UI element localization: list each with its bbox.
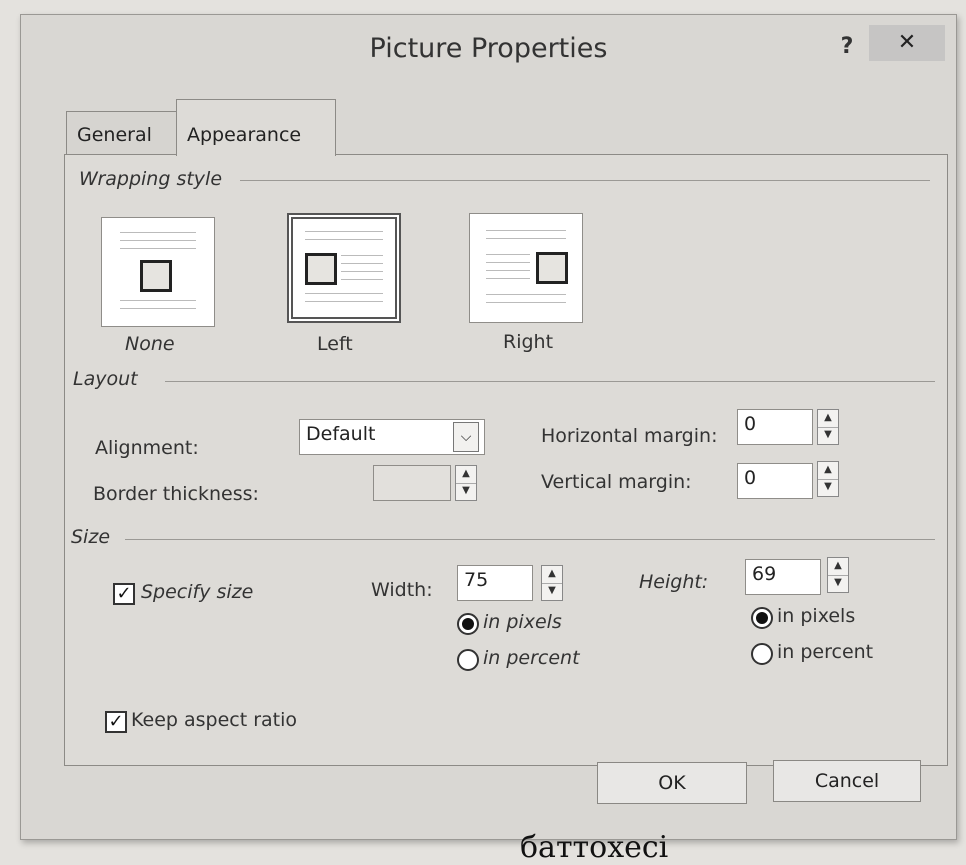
border-thickness-spinner[interactable]: ▲ ▼ — [455, 465, 477, 501]
appearance-panel: Wrapping style None Left Right Layout Al… — [64, 154, 948, 766]
height-in-percent-radio[interactable] — [751, 643, 773, 665]
text-line — [305, 293, 383, 294]
vertical-margin-label: Vertical margin: — [541, 471, 692, 493]
spin-down-icon[interactable]: ▼ — [828, 575, 848, 592]
width-spinner[interactable]: ▲ ▼ — [541, 565, 563, 601]
text-line — [305, 231, 383, 232]
width-in-percent-label: in percent — [483, 647, 580, 669]
spin-up-icon[interactable]: ▲ — [818, 410, 838, 428]
width-in-pixels-radio[interactable] — [457, 613, 479, 635]
spin-up-icon[interactable]: ▲ — [828, 558, 848, 576]
alignment-value: Default — [306, 423, 376, 445]
picture-properties-dialog: Picture Properties ? ✕ General Appearanc… — [20, 14, 957, 840]
text-line — [486, 270, 530, 271]
close-button[interactable]: ✕ — [869, 25, 945, 61]
picture-square-icon — [305, 253, 337, 285]
spin-up-icon[interactable]: ▲ — [456, 466, 476, 484]
tab-appearance[interactable]: Appearance — [176, 99, 336, 156]
text-line — [486, 294, 566, 295]
text-line — [341, 255, 383, 256]
horizontal-margin-value: 0 — [744, 413, 757, 435]
text-line — [341, 279, 383, 280]
wrap-none-label: None — [125, 333, 175, 355]
spin-up-icon[interactable]: ▲ — [542, 566, 562, 584]
height-in-percent-label: in percent — [777, 641, 874, 663]
horizontal-margin-field[interactable]: 0 — [737, 409, 813, 445]
height-in-pixels-radio[interactable] — [751, 607, 773, 629]
spin-down-icon[interactable]: ▼ — [818, 427, 838, 444]
text-line — [486, 254, 530, 255]
wrap-left-label: Left — [317, 333, 353, 355]
width-in-pixels-label: in pixels — [483, 611, 562, 633]
layout-divider — [165, 381, 935, 382]
height-field[interactable]: 69 — [745, 559, 821, 595]
text-line — [120, 240, 196, 241]
spin-down-icon[interactable]: ▼ — [456, 483, 476, 500]
specify-size-checkbox[interactable]: ✓ — [113, 583, 135, 605]
text-line — [305, 239, 383, 240]
title-bar: Picture Properties ? ✕ — [21, 15, 956, 87]
close-icon: ✕ — [897, 30, 917, 55]
wrap-left-option[interactable] — [287, 213, 401, 323]
horizontal-margin-label: Horizontal margin: — [541, 425, 718, 447]
tab-appearance-label: Appearance — [187, 124, 302, 146]
alignment-label: Alignment: — [95, 437, 199, 459]
specify-size-label: Specify size — [141, 581, 254, 603]
text-line — [120, 232, 196, 233]
spin-down-icon[interactable]: ▼ — [818, 479, 838, 496]
keep-aspect-ratio-label: Keep aspect ratio — [131, 709, 298, 731]
spin-down-icon[interactable]: ▼ — [542, 583, 562, 600]
wrapping-divider — [240, 180, 930, 181]
tab-general-label: General — [77, 124, 152, 146]
tab-general[interactable]: General — [66, 111, 178, 156]
height-value: 69 — [752, 563, 777, 585]
width-label: Width: — [371, 579, 433, 601]
help-button[interactable]: ? — [829, 29, 865, 65]
wrap-right-option[interactable] — [469, 213, 583, 323]
text-line — [486, 238, 566, 239]
keep-aspect-ratio-checkbox[interactable]: ✓ — [105, 711, 127, 733]
text-line — [120, 248, 196, 249]
picture-square-icon — [536, 252, 568, 284]
width-field[interactable]: 75 — [457, 565, 533, 601]
width-value: 75 — [464, 569, 489, 591]
text-line — [486, 302, 566, 303]
alignment-dropdown-button[interactable]: ⌵ — [453, 422, 479, 452]
border-thickness-field[interactable] — [373, 465, 451, 501]
picture-square-icon — [140, 260, 172, 292]
height-label: Height: — [639, 571, 709, 593]
text-line — [120, 300, 196, 301]
spin-up-icon[interactable]: ▲ — [818, 462, 838, 480]
checkmark-icon: ✓ — [108, 711, 124, 732]
wrap-right-label: Right — [503, 331, 554, 353]
dialog-title: Picture Properties — [369, 33, 608, 64]
text-line — [120, 308, 196, 309]
width-in-percent-radio[interactable] — [457, 649, 479, 671]
height-in-pixels-label: in pixels — [777, 605, 856, 627]
border-thickness-label: Border thickness: — [93, 483, 259, 505]
vertical-margin-spinner[interactable]: ▲ ▼ — [817, 461, 839, 497]
chevron-down-icon: ⌵ — [460, 429, 472, 445]
text-line — [341, 263, 383, 264]
height-spinner[interactable]: ▲ ▼ — [827, 557, 849, 593]
vertical-margin-field[interactable]: 0 — [737, 463, 813, 499]
text-line — [305, 301, 383, 302]
text-line — [486, 230, 566, 231]
wrapping-style-heading: Wrapping style — [79, 168, 231, 190]
text-line — [486, 278, 530, 279]
size-heading: Size — [71, 526, 119, 548]
layout-heading: Layout — [73, 368, 146, 390]
ok-button[interactable]: OK — [597, 762, 747, 804]
page-caption-text: баттохесі — [520, 830, 669, 865]
text-line — [486, 262, 530, 263]
size-divider — [125, 539, 935, 540]
checkmark-icon: ✓ — [116, 583, 132, 604]
text-line — [341, 271, 383, 272]
vertical-margin-value: 0 — [744, 467, 757, 489]
cancel-button[interactable]: Cancel — [773, 760, 921, 802]
horizontal-margin-spinner[interactable]: ▲ ▼ — [817, 409, 839, 445]
wrap-none-option[interactable] — [101, 217, 215, 327]
